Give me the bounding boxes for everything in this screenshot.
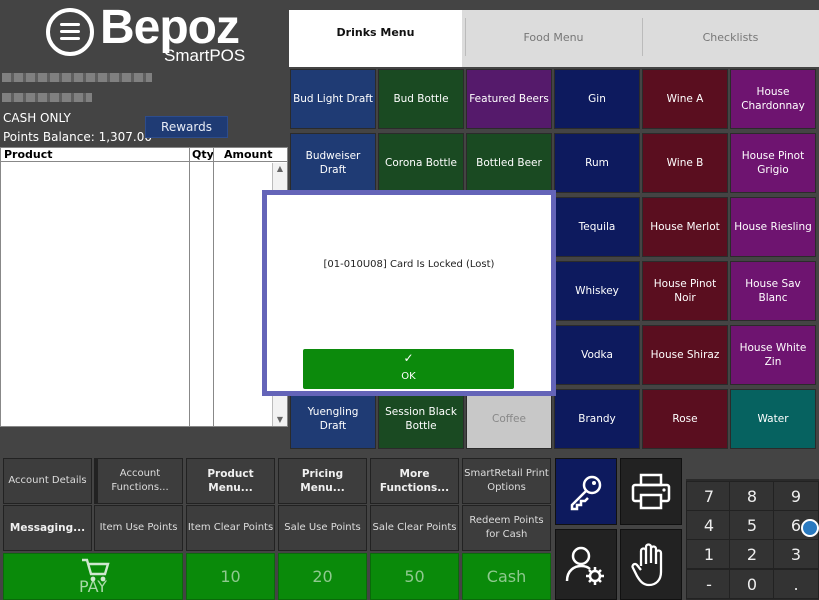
numpad-key-7[interactable]: 7 — [686, 481, 732, 511]
numpad-key-minus[interactable]: - — [686, 569, 732, 599]
pay-button[interactable]: PAY — [3, 553, 183, 600]
messaging-button[interactable]: Messaging... — [3, 505, 92, 551]
product-button-yuengling-draft[interactable]: Yuengling Draft — [290, 389, 376, 449]
user-settings-icon — [565, 546, 604, 585]
product-button-budweiser-draft[interactable]: Budweiser Draft — [290, 133, 376, 193]
redacted-text — [2, 73, 152, 82]
cash-button[interactable]: Cash — [462, 553, 551, 600]
numpad-key-dot[interactable]: . — [773, 569, 819, 599]
product-button-whiskey[interactable]: Whiskey — [554, 261, 640, 321]
error-dialog: [01-010U08] Card Is Locked (Lost) ✓ OK — [262, 190, 556, 396]
numpad-key-3[interactable]: 3 — [773, 539, 819, 569]
account-details-button[interactable]: Account Details — [3, 458, 92, 504]
tab-drinks-menu[interactable]: Drinks Menu — [289, 10, 462, 67]
numpad-key-8[interactable]: 8 — [729, 481, 775, 511]
numpad-key-4[interactable]: 4 — [686, 510, 732, 540]
cash-only-label: CASH ONLY — [3, 111, 71, 125]
product-menu-button[interactable]: Product Menu... — [186, 458, 275, 504]
numpad-key-5[interactable]: 5 — [729, 510, 775, 540]
sale-use-points-button[interactable]: Sale Use Points — [278, 505, 367, 551]
pricing-menu-button[interactable]: Pricing Menu... — [278, 458, 367, 504]
printer-icon — [631, 473, 671, 509]
numpad-key-0[interactable]: 0 — [729, 569, 775, 599]
product-button-bud-light-draft[interactable]: Bud Light Draft — [290, 69, 376, 129]
column-header-amount: Amount — [224, 148, 273, 161]
product-button-house-pinot-noir[interactable]: House Pinot Noir — [642, 261, 728, 321]
logo-sub: SmartPOS — [164, 46, 246, 65]
key-icon — [570, 475, 602, 510]
item-use-points-button[interactable]: Item Use Points — [94, 505, 183, 551]
product-button-house-pinot-grigio[interactable]: House Pinot Grigio — [730, 133, 816, 193]
product-button-coffee[interactable]: Coffee — [466, 389, 552, 449]
product-button-wine-a[interactable]: Wine A — [642, 69, 728, 129]
numpad-key-1[interactable]: 1 — [686, 539, 732, 569]
product-button-rum[interactable]: Rum — [554, 133, 640, 193]
product-button-featured-beers[interactable]: Featured Beers — [466, 69, 552, 129]
product-button-vodka[interactable]: Vodka — [554, 325, 640, 385]
rewards-button[interactable]: Rewards — [145, 116, 228, 138]
cash-10-button[interactable]: 10 — [186, 553, 275, 600]
overlay-app-icon[interactable] — [801, 519, 819, 537]
product-button-corona-bottle[interactable]: Corona Bottle — [378, 133, 464, 193]
cart-icon — [82, 558, 110, 582]
numpad-key-9[interactable]: 9 — [773, 481, 819, 511]
sale-clear-points-button[interactable]: Sale Clear Points — [370, 505, 459, 551]
cash-20-button[interactable]: 20 — [278, 553, 367, 600]
print-button[interactable] — [620, 458, 682, 525]
item-clear-points-button[interactable]: Item Clear Points — [186, 505, 275, 551]
order-table-header: Product Qty Amount — [1, 148, 287, 162]
redacted-text — [2, 93, 92, 102]
product-button-tequila[interactable]: Tequila — [554, 197, 640, 257]
more-functions-button[interactable]: More Functions... — [370, 458, 459, 504]
product-button-gin[interactable]: Gin — [554, 69, 640, 129]
ok-button[interactable]: ✓ OK — [303, 349, 514, 389]
product-button-brandy[interactable]: Brandy — [554, 389, 640, 449]
redeem-points-for-cash-button[interactable]: Redeem Points for Cash — [462, 505, 551, 551]
tab-food-menu[interactable]: Food Menu — [465, 18, 641, 56]
user-settings-button[interactable] — [555, 529, 617, 600]
check-icon: ✓ — [403, 351, 414, 365]
bepoz-logo: Bepoz SmartPOS — [46, 1, 256, 66]
product-button-session-black-bottle[interactable]: Session Black Bottle — [378, 389, 464, 449]
account-functions-button[interactable]: Account Functions... — [94, 458, 183, 504]
order-table[interactable]: Product Qty Amount ▲ ▼ — [0, 147, 288, 427]
smartretail-print-options-button[interactable]: SmartRetail Print Options — [462, 458, 551, 504]
product-button-water[interactable]: Water — [730, 389, 816, 449]
product-button-house-merlot[interactable]: House Merlot — [642, 197, 728, 257]
hand-icon — [631, 542, 663, 586]
dialog-message: [01-010U08] Card Is Locked (Lost) — [323, 259, 495, 270]
stop-button[interactable] — [620, 529, 682, 600]
points-balance: Points Balance: 1,307.00 — [3, 130, 153, 144]
product-button-house-shiraz[interactable]: House Shiraz — [642, 325, 728, 385]
cash-50-button[interactable]: 50 — [370, 553, 459, 600]
product-button-wine-b[interactable]: Wine B — [642, 133, 728, 193]
product-button-house-white-zin[interactable]: House White Zin — [730, 325, 816, 385]
column-header-qty: Qty — [192, 148, 214, 161]
left-panel: Bepoz SmartPOS CASH ONLY Points Balance:… — [0, 0, 289, 455]
ok-label: OK — [401, 371, 416, 382]
product-button-house-chardonnay[interactable]: House Chardonnay — [730, 69, 816, 129]
scroll-up-icon[interactable]: ▲ — [273, 163, 287, 175]
numpad-key-2[interactable]: 2 — [729, 539, 775, 569]
menu-icon — [46, 8, 94, 56]
product-button-house-riesling[interactable]: House Riesling — [730, 197, 816, 257]
product-button-house-sav-blanc[interactable]: House Sav Blanc — [730, 261, 816, 321]
product-button-bud-bottle[interactable]: Bud Bottle — [378, 69, 464, 129]
product-button-rose[interactable]: Rose — [642, 389, 728, 449]
product-button-bottled-beer[interactable]: Bottled Beer — [466, 133, 552, 193]
key-button[interactable] — [555, 458, 617, 525]
tab-checklists[interactable]: Checklists — [642, 18, 818, 56]
column-header-product: Product — [4, 148, 53, 161]
scroll-down-icon[interactable]: ▼ — [273, 414, 287, 426]
